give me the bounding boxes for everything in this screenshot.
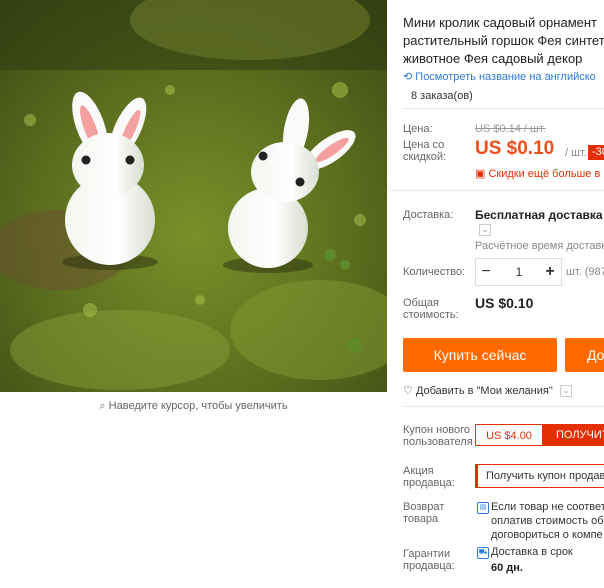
add-to-cart-button[interactable]: До <box>565 338 604 372</box>
label-line: Возврат <box>403 501 445 513</box>
discount-price-label: Цена со скидкой: <box>403 139 446 163</box>
chevron-down-icon[interactable]: ⌄ <box>479 224 491 236</box>
translate-link-text: Посмотреть название на английско <box>415 71 596 83</box>
get-coupon-button[interactable]: ПОЛУЧИТЬ <box>543 424 604 446</box>
title-line: животное Фея садовый декор <box>403 51 583 66</box>
seller-guarantee-label: Гарантии продавца: <box>403 548 455 572</box>
shipping-value[interactable]: Бесплатная доставка в R <box>475 208 604 222</box>
zoom-hint-text: Наведите курсор, чтобы увеличить <box>108 400 288 412</box>
total-value: US $0.10 <box>475 295 534 311</box>
per-unit: / шт. <box>565 147 587 159</box>
label-line: скидкой: <box>403 151 447 163</box>
phone-icon: ▣ <box>475 168 486 180</box>
new-user-coupon-label: Купон нового пользователя <box>403 424 473 448</box>
title-line: растительный горшок Фея синтет <box>403 33 604 48</box>
truck-icon: ⛟ <box>477 547 489 559</box>
text-line: Если товар не соответс <box>491 501 604 513</box>
divider <box>403 108 604 109</box>
product-image[interactable] <box>0 0 387 392</box>
seller-coupon-button[interactable]: Получить купон продав <box>475 464 604 488</box>
zoom-hint: ⌕ Наведите курсор, чтобы увеличить <box>0 400 387 413</box>
label-line: стоимость: <box>403 309 459 321</box>
quantity-label: Количество: <box>403 266 466 278</box>
label-line: Цена со <box>403 139 445 151</box>
quantity-decrease-button[interactable]: − <box>476 259 496 285</box>
divider <box>403 406 604 407</box>
return-policy-icon: ▤ <box>477 502 489 514</box>
chevron-down-icon[interactable]: ⌄ <box>560 385 572 397</box>
translate-icon: ⟲ <box>403 71 413 83</box>
app-discount-link[interactable]: ▣ Скидки ещё больше в п <box>475 167 604 180</box>
original-price: US $0.14 / шт. <box>475 123 546 135</box>
app-discount-text: Скидки ещё больше в п <box>488 168 604 180</box>
orders-count: 8 заказа(ов) <box>411 90 473 102</box>
quantity-input[interactable]: 1 <box>506 259 532 285</box>
stock-available: шт. (987 <box>566 266 604 278</box>
add-to-wishlist-button[interactable]: ♡ Добавить в "Мои желания" <box>403 384 553 397</box>
heart-icon: ♡ <box>403 385 413 397</box>
delivery-days: 60 дн. <box>491 562 523 574</box>
returns-label: Возврат товара <box>403 501 444 525</box>
label-line: товара <box>403 513 439 525</box>
translate-title-link[interactable]: ⟲ Посмотреть название на английско <box>403 70 596 83</box>
total-label: Общая стоимость: <box>403 297 459 321</box>
label-line: Акция <box>403 465 434 477</box>
shipping-label: Доставка: <box>403 209 454 221</box>
text-line: договориться о компе <box>491 529 603 541</box>
coupon-amount: US $4.00 <box>475 424 543 446</box>
wishlist-text: Добавить в "Мои желания" <box>415 385 553 397</box>
label-line: пользователя <box>403 436 473 448</box>
label-line: продавца: <box>403 560 455 572</box>
label-line: Купон нового <box>403 424 471 436</box>
label-line: Гарантии <box>403 548 451 560</box>
divider <box>390 190 604 191</box>
buy-now-button[interactable]: Купить сейчас <box>403 338 557 372</box>
seller-promo-label: Акция продавца: <box>403 465 455 489</box>
price-label: Цена: <box>403 123 433 135</box>
title-line: Мини кролик садовый орнамент <box>403 15 597 30</box>
discount-price: US $0.10 <box>475 138 555 159</box>
product-title: Мини кролик садовый орнамент растительны… <box>403 14 604 68</box>
magnifier-icon: ⌕ <box>99 400 106 412</box>
on-time-delivery-text: Доставка в срок <box>491 546 573 558</box>
return-policy-text: Если товар не соответс оплатив стоимость… <box>491 500 604 542</box>
text-line: оплатив стоимость обр <box>491 515 604 527</box>
label-line: продавца: <box>403 477 455 489</box>
quantity-increase-button[interactable]: + <box>540 259 560 285</box>
delivery-estimate: Расчётное время доставки <box>475 240 604 252</box>
label-line: Общая <box>403 297 439 309</box>
discount-badge: -30 <box>588 145 604 160</box>
bunny-figurines-photo <box>0 0 387 392</box>
